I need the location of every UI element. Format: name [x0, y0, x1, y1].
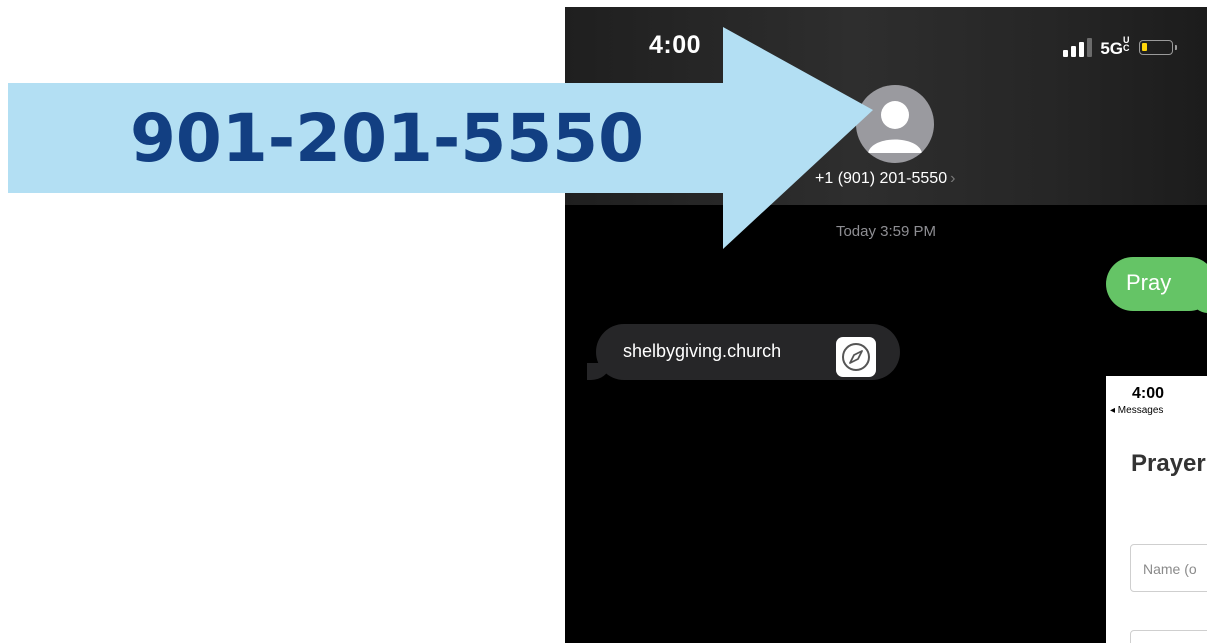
message-timestamp: Today 3:59 PM [835, 223, 937, 240]
chevron-right-icon: › [950, 170, 956, 187]
signal-icon [1063, 37, 1093, 57]
status-indicators: 5GUC [1063, 35, 1177, 59]
back-to-messages-link[interactable]: ◂ Messages [1110, 405, 1163, 416]
status-time: 4:00 [649, 31, 702, 59]
received-message-text: shelbygiving.church [623, 341, 782, 361]
second-input[interactable] [1130, 630, 1207, 643]
contact-name-button[interactable]: +1 (901) 201-5550 › [815, 170, 955, 188]
contact-number: +1 (901) 201-5550 [815, 170, 948, 187]
safari-compass-icon[interactable] [836, 337, 876, 377]
battery-icon [1139, 40, 1177, 55]
phone-number-label: 901-201-5550 [130, 100, 645, 177]
conversation-header: 4:00 5GUC +1 (901) 201-5550 › [565, 7, 1207, 205]
prayer-page-screenshot: 4:00 ◂ Messages Prayer Name (o [1106, 376, 1207, 643]
sent-message-text: Pray [1126, 270, 1172, 295]
sent-message-bubble[interactable]: Pray [1106, 257, 1207, 313]
prayer-heading: Prayer [1131, 450, 1206, 477]
screen: 4:00 5GUC +1 (901) 201-5550 › Today 3:59… [0, 0, 1207, 643]
contact-avatar-icon[interactable] [856, 85, 934, 163]
name-input[interactable]: Name (o [1130, 544, 1207, 592]
network-label: 5GUC [1100, 35, 1130, 59]
network-suffix: UC [1123, 35, 1130, 53]
inset-status-time: 4:00 [1132, 385, 1165, 402]
